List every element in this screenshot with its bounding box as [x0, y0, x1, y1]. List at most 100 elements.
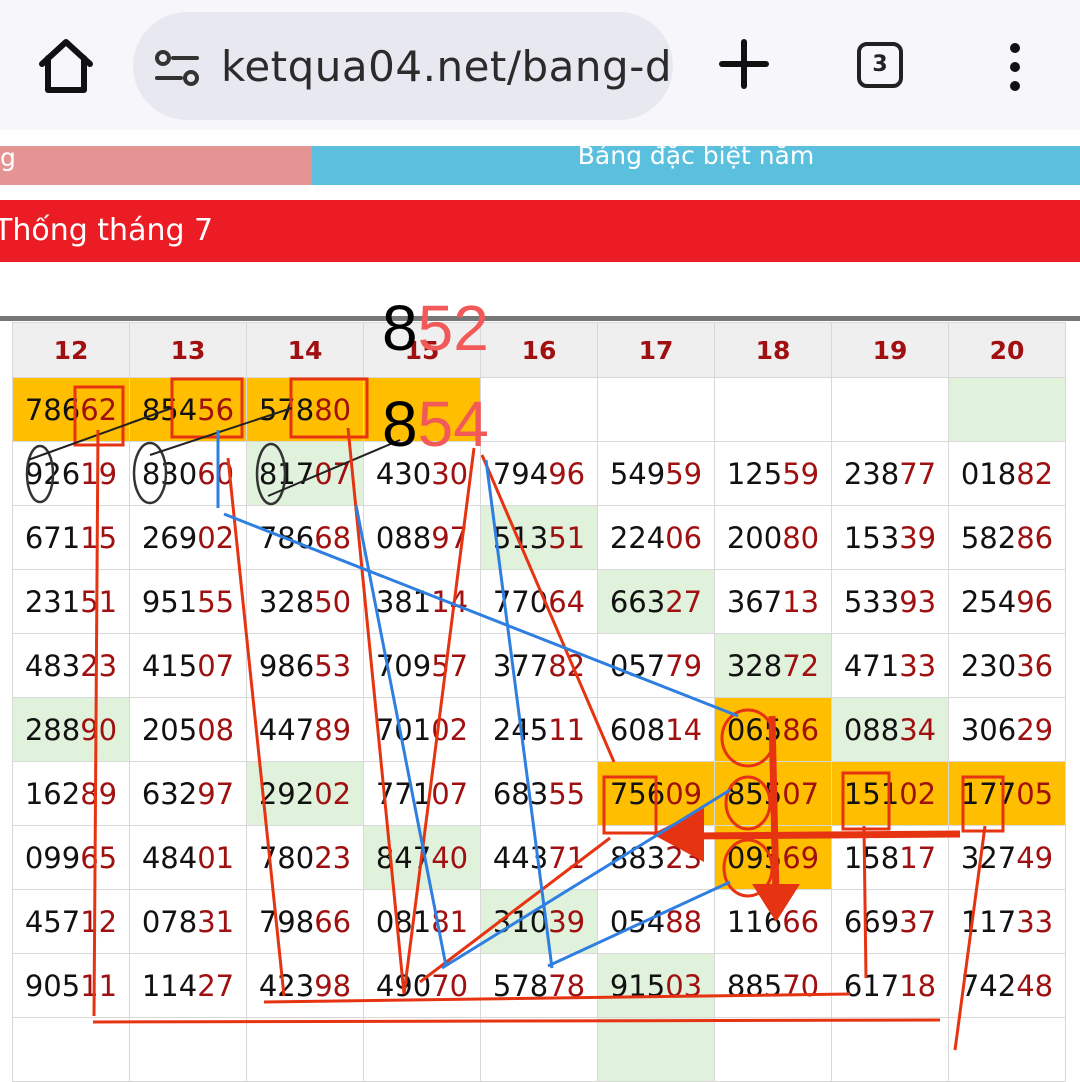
result-cell: 58286 — [948, 505, 1066, 570]
result-cell: 25496 — [948, 569, 1066, 634]
result-cell: 43030 — [363, 441, 481, 506]
result-prefix: 081 — [375, 904, 432, 939]
result-tail-digits: 39 — [899, 520, 937, 555]
result-prefix: 533 — [843, 584, 900, 619]
result-tail-digits: 69 — [782, 840, 820, 875]
result-tail-digits: 86 — [782, 712, 820, 747]
result-tail-digits: 39 — [548, 904, 586, 939]
result-prefix: 153 — [843, 520, 900, 555]
result-cell — [129, 1017, 247, 1082]
result-prefix: 549 — [609, 456, 666, 491]
result-cell: 77107 — [363, 761, 481, 826]
result-cell: 01882 — [948, 441, 1066, 506]
result-prefix: 671 — [24, 520, 81, 555]
result-tail-digits: 80 — [782, 520, 820, 555]
result-cell — [246, 1017, 364, 1082]
result-tail-digits: 51 — [80, 584, 118, 619]
result-prefix: 771 — [375, 776, 432, 811]
result-prefix: 578 — [258, 392, 315, 427]
result-tail-digits: 19 — [80, 456, 118, 491]
result-cell — [480, 1017, 598, 1082]
result-tail-digits: 81 — [431, 904, 469, 939]
result-cell — [948, 377, 1066, 442]
result-tail-digits: 88 — [665, 904, 703, 939]
result-tail-digits: 29 — [1016, 712, 1054, 747]
result-tail-digits: 90 — [80, 712, 118, 747]
result-prefix: 847 — [375, 840, 432, 875]
result-prefix: 582 — [960, 520, 1017, 555]
grid-top-rule — [0, 316, 1080, 321]
result-tail-digits: 86 — [1016, 520, 1054, 555]
result-cell: 06586 — [714, 697, 832, 762]
result-cell: 78023 — [246, 825, 364, 890]
result-prefix: 310 — [492, 904, 549, 939]
tab-left[interactable]: g — [0, 146, 312, 185]
result-cell: 38114 — [363, 569, 481, 634]
more-vertical-icon[interactable] — [1000, 40, 1030, 94]
result-prefix: 471 — [843, 648, 900, 683]
result-prefix: 114 — [141, 968, 198, 1003]
tabs-counter-icon[interactable]: 3 — [857, 42, 903, 88]
result-tail-digits: 97 — [431, 520, 469, 555]
result-tail-digits: 70 — [782, 968, 820, 1003]
home-icon[interactable] — [34, 36, 98, 96]
result-prefix: 786 — [24, 392, 81, 427]
result-prefix: 457 — [24, 904, 81, 939]
result-cell: 16289 — [12, 761, 130, 826]
result-prefix: 780 — [258, 840, 315, 875]
result-cell: 23036 — [948, 633, 1066, 698]
result-tail-digits: 08 — [197, 712, 235, 747]
result-tail-digits: 02 — [899, 776, 937, 811]
result-cell: 68355 — [480, 761, 598, 826]
result-tail-digits: 66 — [782, 904, 820, 939]
site-settings-icon[interactable] — [153, 48, 201, 88]
result-prefix: 915 — [609, 968, 666, 1003]
result-tail-digits: 31 — [197, 904, 235, 939]
column-header: 20 — [948, 322, 1066, 378]
result-prefix: 238 — [843, 456, 900, 491]
result-cell: 57880 — [246, 377, 364, 442]
result-cell: 28890 — [12, 697, 130, 762]
result-cell: 08897 — [363, 505, 481, 570]
result-prefix: 447 — [258, 712, 315, 747]
result-tail-digits: 68 — [314, 520, 352, 555]
table-row: 45712 07831 79866 08181 31039 05488 11666 66937… — [12, 889, 1066, 954]
result-prefix: 830 — [141, 456, 198, 491]
result-prefix: 443 — [492, 840, 549, 875]
result-prefix: 484 — [141, 840, 198, 875]
result-tail-digits: 13 — [782, 584, 820, 619]
result-tail-digits: 14 — [431, 584, 469, 619]
result-tail-digits: 71 — [548, 840, 586, 875]
result-cell: 84740 — [363, 825, 481, 890]
result-cell: 98653 — [246, 633, 364, 698]
address-bar[interactable]: ketqua04.net/bang-dă — [133, 12, 673, 120]
result-prefix: 926 — [24, 456, 81, 491]
result-cell: 05488 — [597, 889, 715, 954]
result-cell: 37782 — [480, 633, 598, 698]
result-tail-digits: 96 — [1016, 584, 1054, 619]
result-prefix: 855 — [726, 776, 783, 811]
result-prefix: 224 — [609, 520, 666, 555]
table-row: 48323 41507 98653 70957 37782 05779 32872 47133… — [12, 633, 1066, 698]
result-prefix: 065 — [726, 712, 783, 747]
result-tail-digits: 72 — [782, 648, 820, 683]
result-tail-digits: 98 — [314, 968, 352, 1003]
plus-icon[interactable] — [718, 38, 770, 90]
result-cell: 83060 — [129, 441, 247, 506]
tab-special-year[interactable]: Bảng đặc biệt năm — [312, 143, 1080, 185]
table-row: 28890 20508 44789 70102 24511 60814 06586 08834… — [12, 697, 1066, 762]
result-prefix: 328 — [726, 648, 783, 683]
table-row: 78662 85456 57880 — [12, 377, 1066, 442]
result-tail-digits: 70 — [431, 968, 469, 1003]
column-header: 16 — [480, 322, 598, 378]
result-cell: 79496 — [480, 441, 598, 506]
result-prefix: 617 — [843, 968, 900, 1003]
result-cell — [363, 377, 481, 442]
result-tail-digits: 82 — [1016, 456, 1054, 491]
result-cell: 92619 — [12, 441, 130, 506]
result-cell: 51351 — [480, 505, 598, 570]
result-cell: 09965 — [12, 825, 130, 890]
result-cell — [714, 377, 832, 442]
column-header: 13 — [129, 322, 247, 378]
result-tail-digits: 51 — [548, 520, 586, 555]
